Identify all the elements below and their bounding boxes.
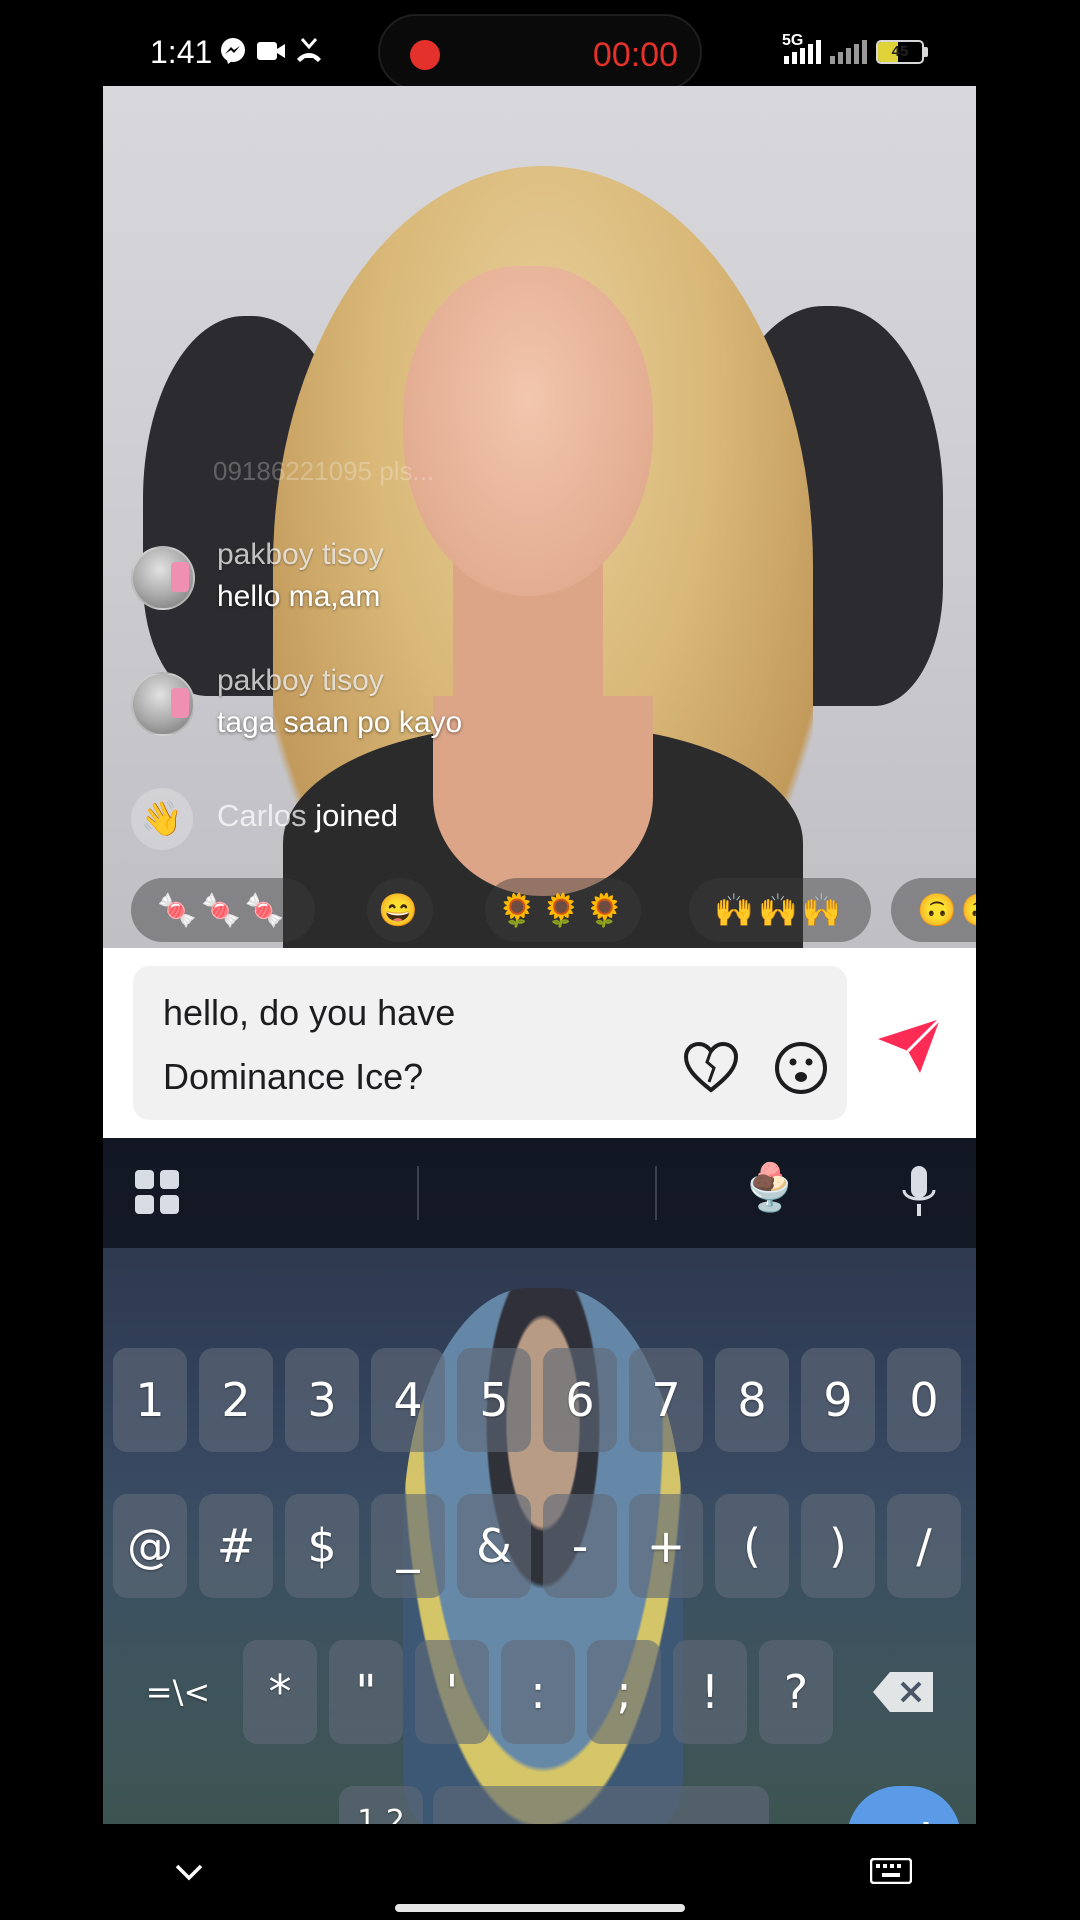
key-8[interactable]: 8	[715, 1348, 789, 1452]
join-line: Carlos joined	[217, 798, 398, 834]
chat-username[interactable]: pakboy tisoy	[217, 664, 384, 698]
key-semicolon[interactable]: ;	[587, 1640, 661, 1744]
battery-level: 45	[891, 43, 909, 60]
signal-icon	[784, 40, 824, 64]
chat-text: taga saan po kayo	[217, 706, 463, 739]
key-3[interactable]: 3	[285, 1348, 359, 1452]
status-bar: 1:41 00:00 5G 45	[0, 0, 1080, 100]
comment-text-line-2: Dominance Ice?	[163, 1056, 424, 1097]
reaction-chip[interactable]: 🍬🍬🍬	[131, 878, 315, 942]
battery-tip	[924, 47, 928, 57]
join-username[interactable]: Carlos	[217, 798, 307, 833]
key-7[interactable]: 7	[629, 1348, 703, 1452]
key-at[interactable]: @	[113, 1494, 187, 1598]
home-indicator[interactable]	[395, 1904, 685, 1912]
key-9[interactable]: 9	[801, 1348, 875, 1452]
hide-keyboard-chevron-icon[interactable]	[174, 1862, 204, 1882]
live-stream-app: 09186221095 pls... pakboy tisoy hello ma…	[103, 86, 976, 1824]
comment-text-line-1: hello, do you have	[163, 992, 456, 1033]
key-double-quote[interactable]: "	[329, 1640, 403, 1744]
backspace-icon	[873, 1672, 933, 1712]
chat-username[interactable]: pakboy tisoy	[217, 538, 384, 572]
key-slash[interactable]: /	[887, 1494, 961, 1598]
key-underscore[interactable]: _	[371, 1494, 445, 1598]
numpad-label-top: 1 2	[357, 1804, 405, 1825]
signal-icon-secondary	[830, 40, 870, 64]
reaction-chip[interactable]: 🌻🌻🌻	[485, 878, 641, 942]
navigation-bar	[0, 1824, 1080, 1920]
reaction-chip[interactable]: 🙃🙃	[891, 878, 976, 942]
chat-message[interactable]: pakboy tisoy hello ma,am	[131, 538, 631, 618]
backspace-key[interactable]	[843, 1640, 963, 1744]
comment-composer: hello, do you have Dominance Ice?	[103, 948, 976, 1138]
avatar[interactable]	[131, 546, 195, 610]
keyboard-toolbar: 🍨	[103, 1138, 976, 1248]
send-icon	[878, 1017, 942, 1073]
status-time: 1:41	[150, 34, 213, 70]
microphone-icon[interactable]	[899, 1164, 939, 1222]
key-2[interactable]: 2	[199, 1348, 273, 1452]
key-asterisk[interactable]: *	[243, 1640, 317, 1744]
apps-grid-icon[interactable]	[133, 1168, 181, 1216]
keyboard-switch-icon[interactable]	[869, 1857, 913, 1885]
join-text: joined	[315, 798, 398, 833]
key-6[interactable]: 6	[543, 1348, 617, 1452]
key-5[interactable]: 5	[457, 1348, 531, 1452]
wave-hand-icon: 👋	[131, 788, 193, 850]
faded-chat-message: 09186221095 pls...	[213, 456, 435, 486]
comma-key[interactable]: ,	[243, 1786, 333, 1824]
key-exclamation[interactable]: !	[673, 1640, 747, 1744]
live-video[interactable]: 09186221095 pls... pakboy tisoy hello ma…	[103, 86, 976, 948]
key-minus[interactable]: -	[543, 1494, 617, 1598]
ice-cream-icon[interactable]: 🍨	[741, 1160, 798, 1215]
key-0[interactable]: 0	[887, 1348, 961, 1452]
key-dollar[interactable]: $	[285, 1494, 359, 1598]
battery-icon: 45	[876, 40, 924, 64]
comment-input[interactable]: hello, do you have Dominance Ice?	[133, 966, 847, 1120]
missed-call-icon	[294, 36, 324, 66]
quick-reactions-bar: 🍬🍬🍬 😄 🌻🌻🌻 🙌🙌🙌 🙃🙃	[131, 878, 976, 942]
key-single-quote[interactable]: '	[415, 1640, 489, 1744]
heart-icon[interactable]	[681, 1038, 741, 1098]
key-4[interactable]: 4	[371, 1348, 445, 1452]
toolbar-divider	[417, 1166, 419, 1220]
reaction-chip[interactable]: 🙌🙌🙌	[689, 878, 871, 942]
record-dot-icon	[410, 40, 440, 70]
key-ampersand[interactable]: &	[457, 1494, 531, 1598]
messenger-icon	[218, 36, 248, 66]
keyboard: 🍨 1 2 3 4 5 6 7 8 9 0 @ # $ _ & - + ( ) …	[103, 1138, 976, 1824]
key-hash[interactable]: #	[199, 1494, 273, 1598]
chat-message[interactable]: pakboy tisoy taga saan po kayo	[131, 664, 631, 744]
space-key[interactable]	[433, 1786, 769, 1824]
toolbar-divider	[655, 1166, 657, 1220]
screen-recorder-pill[interactable]: 00:00	[378, 14, 702, 90]
recording-timer: 00:00	[592, 36, 678, 74]
chat-text: hello ma,am	[217, 580, 381, 613]
abc-key[interactable]: ABC	[113, 1786, 243, 1824]
key-question[interactable]: ?	[759, 1640, 833, 1744]
key-colon[interactable]: :	[501, 1640, 575, 1744]
emoji-icon[interactable]	[771, 1038, 831, 1098]
video-camera-icon	[256, 36, 286, 66]
numpad-key[interactable]: 1 2 3 4	[339, 1786, 423, 1824]
send-button[interactable]	[873, 1014, 945, 1078]
symbols-toggle-key[interactable]: =\<	[113, 1640, 243, 1744]
key-plus[interactable]: +	[629, 1494, 703, 1598]
key-1[interactable]: 1	[113, 1348, 187, 1452]
key-open-paren[interactable]: (	[715, 1494, 789, 1598]
avatar[interactable]	[131, 672, 195, 736]
reaction-chip[interactable]: 😄	[367, 878, 433, 942]
key-close-paren[interactable]: )	[801, 1494, 875, 1598]
